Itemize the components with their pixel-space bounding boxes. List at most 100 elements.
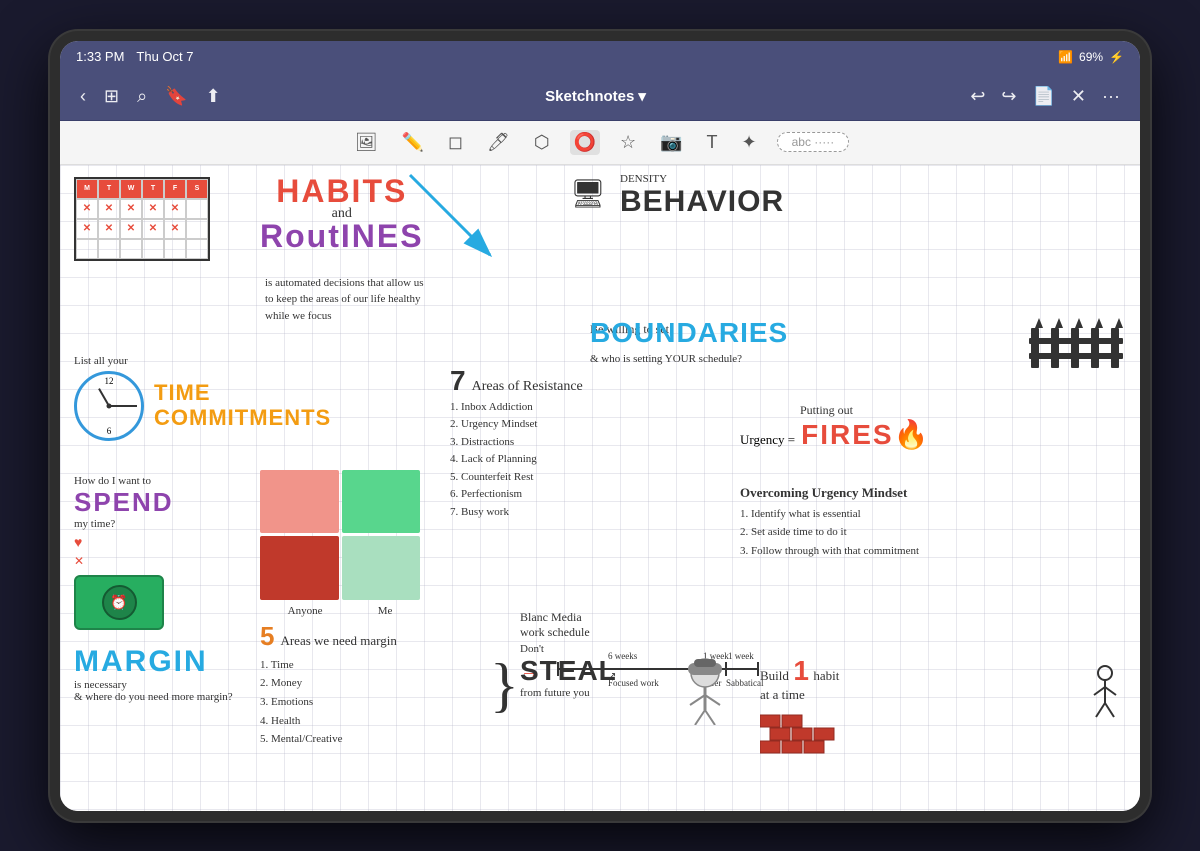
status-date: Thu Oct 7 [136,49,193,64]
urgency-equals-text: Urgency = [740,432,795,448]
spend-sub: my time? [74,518,174,530]
overcoming-list: 1. Identify what is essential 2. Set asi… [740,505,1060,561]
sketchnote-canvas[interactable]: M T W T F S ✕✕✕✕✕ ✕✕✕✕✕ HABITS and RoutI [60,165,1140,811]
eraser-tool-button[interactable]: ◻ [444,130,467,155]
list-item: 4. Lack of Planning [450,451,660,469]
stick-figure-icon [1090,665,1120,730]
clock-icon: 12 6 [74,371,144,441]
matrix-labels: Anyone Me [260,605,420,617]
list-item: 2. Urgency Mindset [450,416,660,434]
steal-dont-text: Don't [520,643,720,655]
status-right: 📶 69% ⚡ [1058,50,1124,64]
list-item: 1. Identify what is essential [740,505,1060,524]
fence-icon [1026,313,1126,378]
redo-button[interactable]: ↪ [997,84,1020,109]
time-label: List all your [74,355,331,367]
pen-tool-button[interactable]: ✏️ [398,130,428,155]
time-commitments-section: List all your 12 6 TIMECOMMITMENTS [74,355,331,441]
marker-tool-button[interactable]: 🖊 [483,130,514,155]
bookmark-button[interactable]: 🔖 [161,84,191,109]
share-button[interactable]: ⬆ [202,84,225,109]
routines-description: is automated decisions that allow us to … [265,275,425,325]
toolbar-right: ↩ ↪ 📄 ✕ ··· [966,84,1124,109]
ipad-device: 1:33 PM Thu Oct 7 📶 69% ⚡ ‹ ⊞ ⌕ 🔖 ⬆ Sket… [50,31,1150,821]
habits-title: HABITS [260,173,424,210]
list-item: 2. Set aside time to do it [740,523,1060,542]
behavior-section: DENSITY BEHAVIOR [620,173,784,219]
brick-wall-icon [760,711,1040,761]
chevron-down-icon: ▾ [638,87,646,105]
routines-title: RoutINES [260,218,424,255]
build-number: 1 [793,655,809,686]
margin-number: 5 [260,621,274,652]
status-bar: 1:33 PM Thu Oct 7 📶 69% ⚡ [60,41,1140,73]
star-tool-button[interactable]: ☆ [616,130,640,155]
wifi-icon: 📶 [1058,50,1073,64]
margin-section: MARGIN is necessary & where do you need … [74,645,233,703]
matrix-cell-4 [342,536,421,600]
list-item: 3. Emotions [260,693,480,712]
svg-text:1 week: 1 week [728,651,754,661]
list-item: 5. Counterfeit Rest [450,469,660,487]
text-tool-button[interactable]: T [703,130,722,155]
time-commitments-title: TIMECOMMITMENTS [154,381,331,429]
habits-routines-section: HABITS and RoutINES [260,173,424,255]
urgency-fires-section: Putting out Urgency = FIRES🔥 [740,403,930,451]
matrix-label-me: Me [378,605,393,617]
behavior-subtitle: DENSITY [620,173,784,185]
photo-tool-button[interactable]: 📷 [656,130,686,155]
build-text: Build [760,668,789,683]
overcoming-section: Overcoming Urgency Mindset 1. Identify w… [740,485,1060,561]
text-pill: abc ····· [777,132,850,152]
add-page-button[interactable]: 📄 [1029,84,1059,109]
areas-title: Areas of Resistance [472,379,583,395]
undo-button[interactable]: ↩ [966,84,989,109]
spend-question: How do I want to [74,475,174,487]
money-circle: ⏰ [102,585,137,620]
more-button[interactable]: ··· [1098,84,1124,109]
blanc-media-title: Blanc Mediawork schedule [520,610,768,640]
matrix-cell-2 [342,470,421,534]
svg-text:Sabbatical: Sabbatical [726,678,764,688]
monitor-icon: 🖥 [570,177,606,210]
matrix-grid [260,470,420,600]
boundaries-section: BOUNDARIES & who is setting YOUR schedul… [590,317,788,365]
status-left: 1:33 PM Thu Oct 7 [76,49,194,64]
lasso-tool-button[interactable]: ⭕ [570,130,600,155]
highlight-tool-button[interactable]: ✦ [738,130,761,155]
build-habit-section: Build 1 habit at a time [760,655,1040,761]
list-item: 5. Mental/Creative [260,730,480,749]
at-a-time-text: at a time [760,687,1040,703]
spend-section: How do I want to SPEND my time? ♥ ✕ [74,475,174,568]
list-item: 1. Inbox Addiction [450,399,660,417]
list-item: 7. Busy work [450,504,660,522]
boundaries-title: BOUNDARIES [590,317,788,349]
list-item: 4. Health [260,712,480,731]
status-time: 1:33 PM [76,49,124,64]
habit-text: habit [813,668,839,683]
back-button[interactable]: ‹ [76,84,90,109]
money-icon: ⏰ [74,575,164,630]
spend-title: SPEND [74,487,174,518]
ipad-screen: 1:33 PM Thu Oct 7 📶 69% ⚡ ‹ ⊞ ⌕ 🔖 ⬆ Sket… [60,41,1140,811]
fires-title: FIRES🔥 [801,418,930,451]
matrix-cell-3 [260,536,339,600]
toolbar-center: Sketchnotes ▾ [233,87,959,105]
grid-button[interactable]: ⊞ [100,84,123,109]
list-item: 3. Distractions [450,434,660,452]
battery-icon: 69% [1079,50,1103,64]
matrix-label-anyone: Anyone [288,605,323,617]
list-item: 1. Time [260,656,480,675]
margin-title: MARGIN [74,645,233,679]
search-button[interactable]: ⌕ [133,84,151,109]
margin-question: & where do you need more margin? [74,691,233,703]
image-tool-button[interactable]: 🖼 [351,130,382,155]
boundaries-sub: & who is setting YOUR schedule? [590,353,788,365]
close-button[interactable]: ✕ [1067,84,1090,109]
margin-subtitle: is necessary [74,679,233,691]
main-toolbar: ‹ ⊞ ⌕ 🔖 ⬆ Sketchnotes ▾ ↩ ↪ 📄 ✕ ··· [60,73,1140,121]
areas-of-resistance-section: 7 Areas of Resistance 1. Inbox Addiction… [450,365,660,522]
list-item: 6. Perfectionism [450,486,660,504]
list-item: 2. Money [260,674,480,693]
color-tool-button[interactable]: ⬡ [530,130,554,155]
